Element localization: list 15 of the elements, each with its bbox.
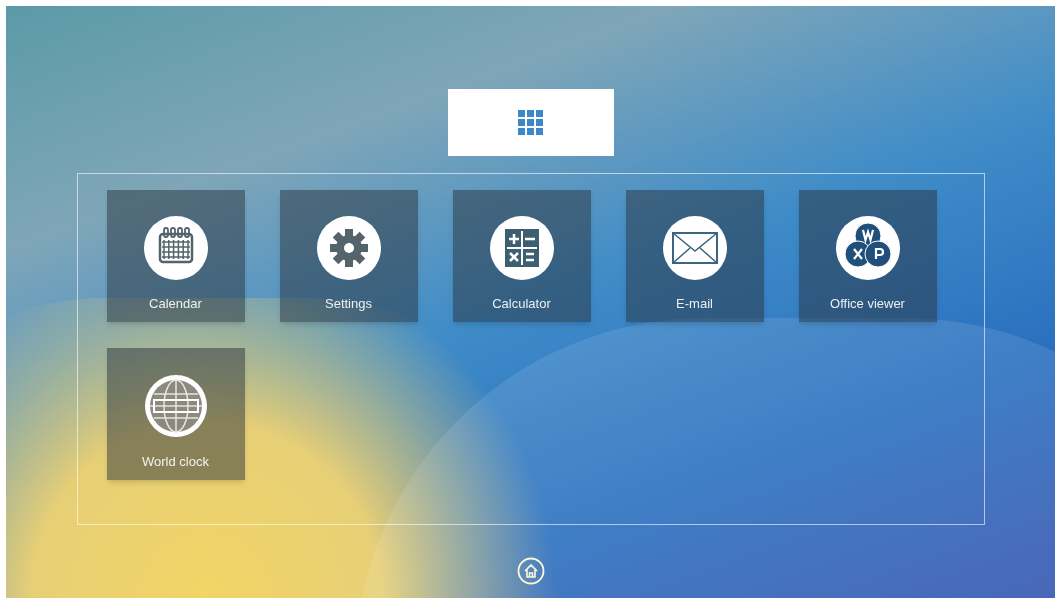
calculator-icon [489, 216, 554, 280]
home-icon[interactable] [516, 557, 545, 585]
app-tile[interactable]: Office viewer [798, 190, 937, 322]
app-tile[interactable]: Settings [279, 190, 418, 322]
app-tile[interactable]: Calendar [106, 190, 245, 322]
envelope-icon [662, 216, 727, 280]
app-tile[interactable]: E-mail [625, 190, 764, 322]
gear-icon [316, 216, 381, 280]
app-tile[interactable]: World clock [106, 348, 245, 480]
overlapping-circles-icon [835, 216, 900, 280]
app-grid-icon [517, 109, 544, 136]
app-tile[interactable]: Calculator [452, 190, 591, 322]
app-drawer-tab[interactable] [447, 89, 614, 156]
calendar-icon [143, 216, 208, 280]
globe-icon [143, 374, 208, 438]
